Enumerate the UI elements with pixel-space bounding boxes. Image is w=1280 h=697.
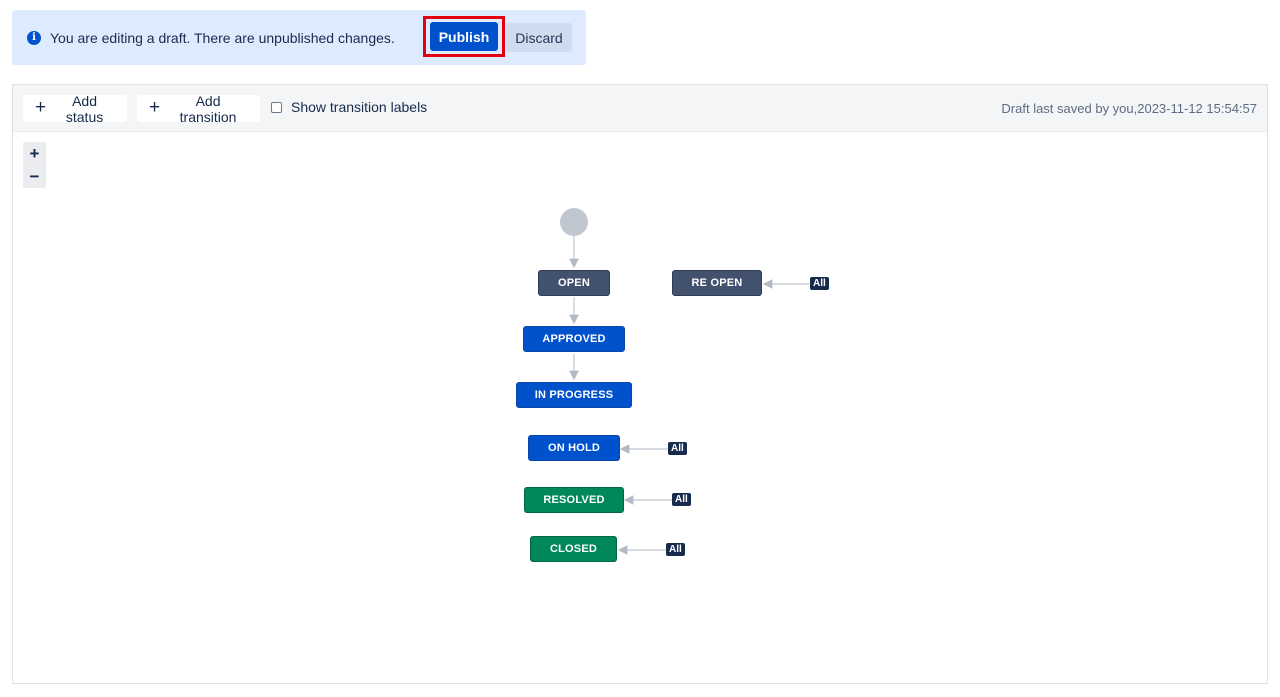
add-transition-label: Add transition	[179, 92, 237, 125]
all-transition-badge-reopen[interactable]: All	[810, 277, 829, 290]
discard-button[interactable]: Discard	[506, 23, 572, 52]
plus-icon: +	[35, 97, 47, 118]
publish-highlight: Publish	[423, 16, 505, 57]
all-transition-badge-resolved[interactable]: All	[672, 493, 691, 506]
zoom-out-button[interactable]: −	[23, 165, 46, 188]
status-open[interactable]: OPEN	[538, 270, 610, 296]
status-on-hold[interactable]: ON HOLD	[528, 435, 620, 461]
all-transition-badge-onhold[interactable]: All	[668, 442, 687, 455]
status-resolved[interactable]: RESOLVED	[524, 487, 624, 513]
status-reopen[interactable]: RE OPEN	[672, 270, 762, 296]
show-transition-labels-label: Show transition labels	[291, 99, 428, 115]
add-transition-button[interactable]: + Add transition	[137, 92, 260, 125]
draft-saved-status: Draft last saved by you,2023-11-12 15:54…	[1001, 101, 1257, 116]
workflow-editor: OPEN RE OPEN APPROVED IN PROGRESS ON HOL…	[12, 84, 1268, 684]
editor-toolbar: + Add status + Add transition Show trans…	[13, 85, 1267, 132]
workflow-diagram-connectors	[569, 236, 809, 555]
workflow-start-node[interactable]	[560, 208, 588, 236]
status-closed[interactable]: CLOSED	[530, 536, 617, 562]
all-transition-badge-closed[interactable]: All	[666, 543, 685, 556]
publish-button[interactable]: Publish	[430, 22, 498, 51]
zoom-controls: + −	[23, 142, 46, 188]
show-transition-labels-checkbox[interactable]	[271, 101, 282, 113]
add-status-button[interactable]: + Add status	[23, 92, 127, 125]
status-approved[interactable]: APPROVED	[523, 326, 625, 352]
show-transition-labels-toggle[interactable]: Show transition labels	[271, 99, 427, 115]
plus-icon: +	[149, 97, 161, 118]
info-icon: i	[27, 30, 41, 45]
draft-message: You are editing a draft. There are unpub…	[50, 29, 395, 46]
zoom-in-button[interactable]: +	[23, 142, 46, 165]
draft-banner: i You are editing a draft. There are unp…	[12, 10, 586, 65]
add-status-label: Add status	[65, 92, 104, 125]
status-in-progress[interactable]: IN PROGRESS	[516, 382, 632, 408]
